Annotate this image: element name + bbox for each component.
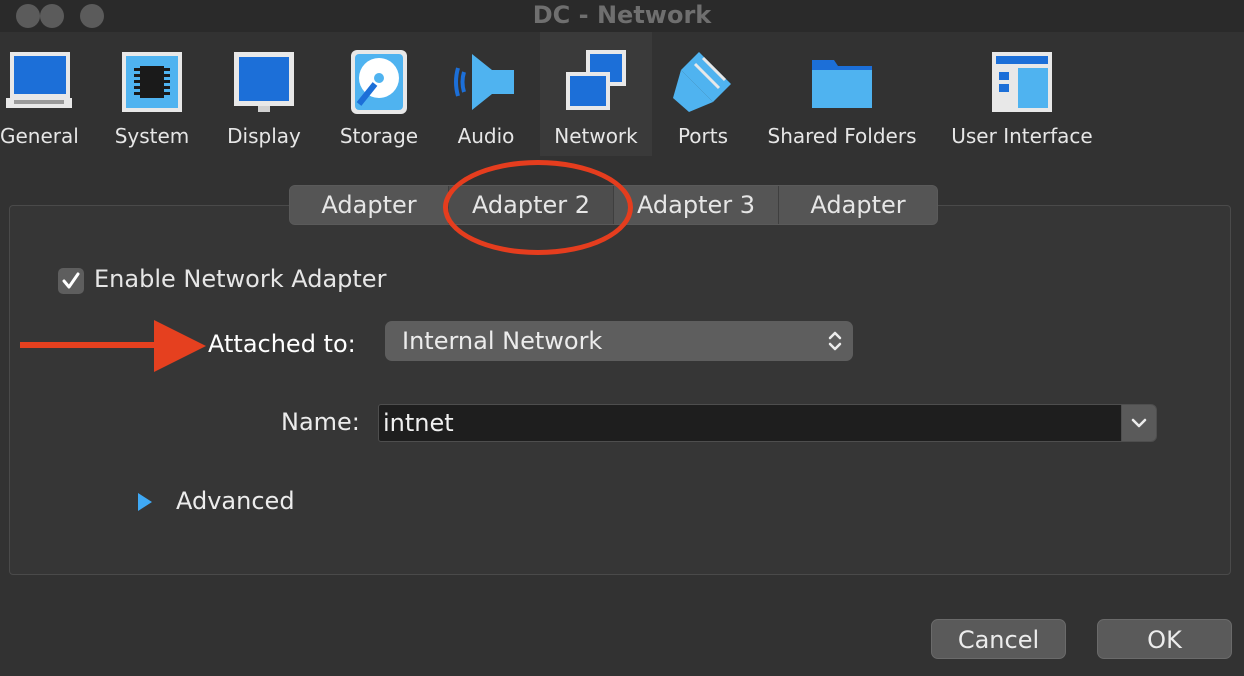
toolbar-item-display[interactable]: Display [224, 32, 304, 156]
network-name-field[interactable]: intnet [378, 404, 1122, 442]
annotation-arrow-icon [154, 320, 206, 372]
toolbar-item-user-interface[interactable]: User Interface [950, 32, 1094, 156]
title-bar: DC - Network [0, 0, 1244, 32]
network-name-value: intnet [383, 409, 454, 437]
chip-icon [122, 52, 182, 112]
toolbar-label-network: Network [554, 124, 638, 148]
monitor-icon [234, 52, 294, 112]
advanced-label[interactable]: Advanced [176, 487, 295, 515]
tab-adapter-2[interactable]: Adapter 2 [449, 186, 614, 224]
tab-adapter-1[interactable]: Adapter 1 [290, 186, 449, 224]
speaker-icon [454, 54, 514, 110]
toolbar-item-network[interactable]: Network [540, 32, 652, 156]
toolbar-label-audio: Audio [457, 124, 515, 148]
attached-to-select[interactable]: Internal Network [385, 321, 853, 361]
folder-icon [812, 60, 872, 108]
adapter-tabs: Adapter 1 Adapter 2 Adapter 3 Adapter 4 [289, 185, 938, 225]
toolbar-item-ports[interactable]: Ports [668, 32, 738, 156]
adapter-settings-panel [9, 205, 1231, 575]
toolbar-label-general: General [0, 124, 79, 148]
tab-adapter-3[interactable]: Adapter 3 [614, 186, 779, 224]
annotation-arrow-shaft [20, 342, 160, 348]
ok-button[interactable]: OK [1097, 619, 1232, 659]
toolbar-item-storage[interactable]: Storage [336, 32, 422, 156]
enable-adapter-label[interactable]: Enable Network Adapter [94, 265, 386, 293]
general-icon [6, 52, 72, 108]
checkmark-icon [62, 272, 80, 289]
cancel-button[interactable]: Cancel [931, 619, 1066, 659]
disclosure-triangle-icon[interactable] [136, 491, 154, 513]
network-icon [566, 50, 626, 110]
chevron-down-icon [1131, 418, 1147, 428]
settings-toolbar: General System Display Storage Audio Net… [0, 32, 1244, 162]
toolbar-label-user-interface: User Interface [951, 124, 1093, 148]
toolbar-item-system[interactable]: System [112, 32, 192, 156]
disk-icon [351, 50, 407, 114]
attached-to-label: Attached to: [208, 330, 356, 358]
network-name-dropdown-button[interactable] [1121, 404, 1157, 442]
window-title: DC - Network [532, 1, 712, 29]
toolbar-label-system: System [114, 124, 190, 148]
toolbar-label-display: Display [227, 124, 301, 148]
toolbar-label-shared-folders: Shared Folders [767, 124, 917, 148]
toolbar-item-shared-folders[interactable]: Shared Folders [766, 32, 918, 156]
ports-icon [673, 52, 731, 112]
updown-chevron-icon [828, 331, 842, 351]
enable-adapter-checkbox[interactable] [58, 268, 84, 294]
toolbar-label-ports: Ports [677, 124, 729, 148]
tab-adapter-4[interactable]: Adapter 4 [779, 186, 937, 224]
user-interface-icon [992, 52, 1052, 112]
toolbar-item-general[interactable]: General [0, 32, 79, 156]
name-label: Name: [281, 408, 360, 436]
toolbar-item-audio[interactable]: Audio [448, 32, 524, 156]
attached-to-value: Internal Network [402, 327, 603, 355]
toolbar-label-storage: Storage [339, 124, 419, 148]
